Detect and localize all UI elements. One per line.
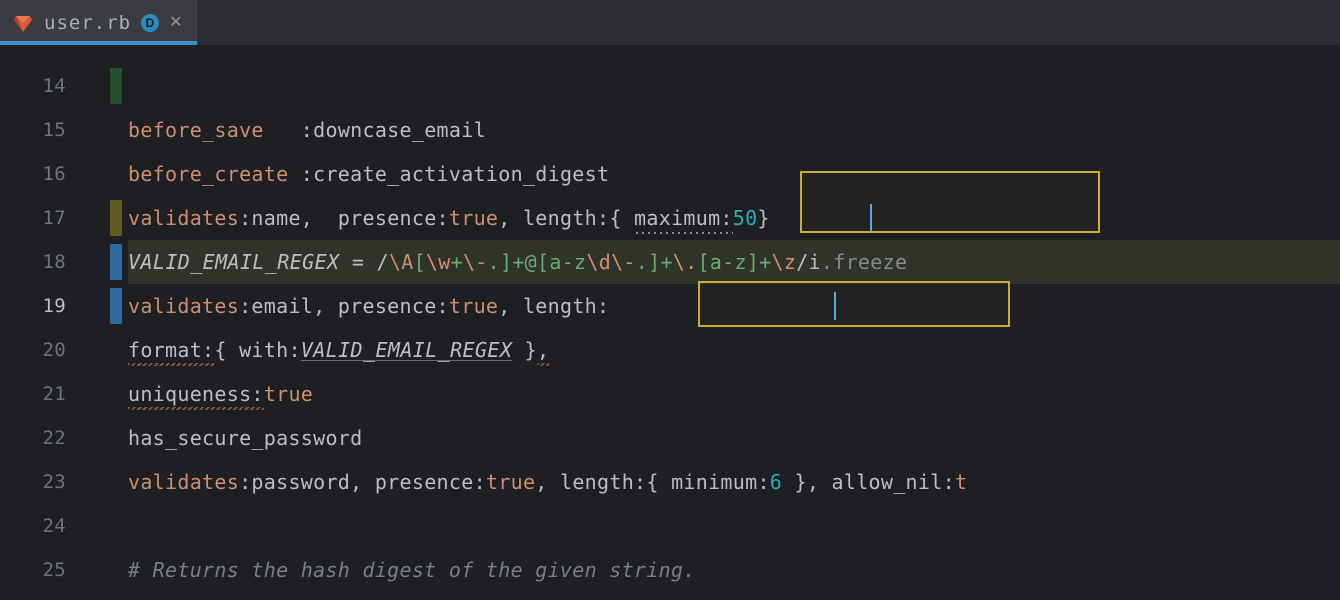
code-line: validates :password, presence: true, len… <box>128 460 1340 504</box>
code-area[interactable]: before_save :downcase_email before_creat… <box>128 46 1340 600</box>
tab-bar: user.rb D ✕ <box>0 0 1340 46</box>
code-line: # Returns the hash digest of the given s… <box>128 548 1340 592</box>
line-number: 23 <box>0 460 110 504</box>
line-number: 15 <box>0 108 110 152</box>
code-line: uniqueness: true <box>128 372 1340 416</box>
line-number-current: 19 <box>0 284 110 328</box>
code-line: VALID_EMAIL_REGEX = /\A[\w+\-.]+@[a-z\d\… <box>128 240 1340 284</box>
code-line-current: validates :email, presence: true, length… <box>128 284 1340 328</box>
line-number: 14 <box>0 64 110 108</box>
vcs-modified-marker <box>110 288 122 324</box>
line-number: 18 <box>0 240 110 284</box>
line-number: 21 <box>0 372 110 416</box>
tab-filename: user.rb <box>44 12 131 34</box>
vcs-modified-marker <box>110 244 122 280</box>
line-number: 25 <box>0 548 110 592</box>
code-line <box>128 504 1340 548</box>
code-line: format: { with: VALID_EMAIL_REGEX }, <box>128 328 1340 372</box>
line-number: 20 <box>0 328 110 372</box>
caret <box>870 204 872 232</box>
line-number: 22 <box>0 416 110 460</box>
file-tab-user-rb[interactable]: user.rb D ✕ <box>0 0 197 45</box>
line-number: 24 <box>0 504 110 548</box>
code-line <box>128 64 1340 108</box>
code-line: has_secure_password <box>128 416 1340 460</box>
gutter: 14 15 16 17 18 19 20 21 22 23 24 25 <box>0 46 110 600</box>
vcs-added-marker <box>110 68 122 104</box>
code-editor[interactable]: 14 15 16 17 18 19 20 21 22 23 24 25 b <box>0 46 1340 600</box>
vcs-modified-marker <box>110 200 122 236</box>
modified-badge: D <box>141 14 159 32</box>
line-number: 16 <box>0 152 110 196</box>
line-number: 17 <box>0 196 110 240</box>
code-line: validates :name, presence: true, length:… <box>128 196 1340 240</box>
change-markers <box>110 46 128 600</box>
ruby-file-icon <box>12 12 34 34</box>
code-line: before_save :downcase_email <box>128 108 1340 152</box>
close-icon[interactable]: ✕ <box>169 15 183 31</box>
code-line: before_create :create_activation_digest <box>128 152 1340 196</box>
caret <box>834 292 836 320</box>
